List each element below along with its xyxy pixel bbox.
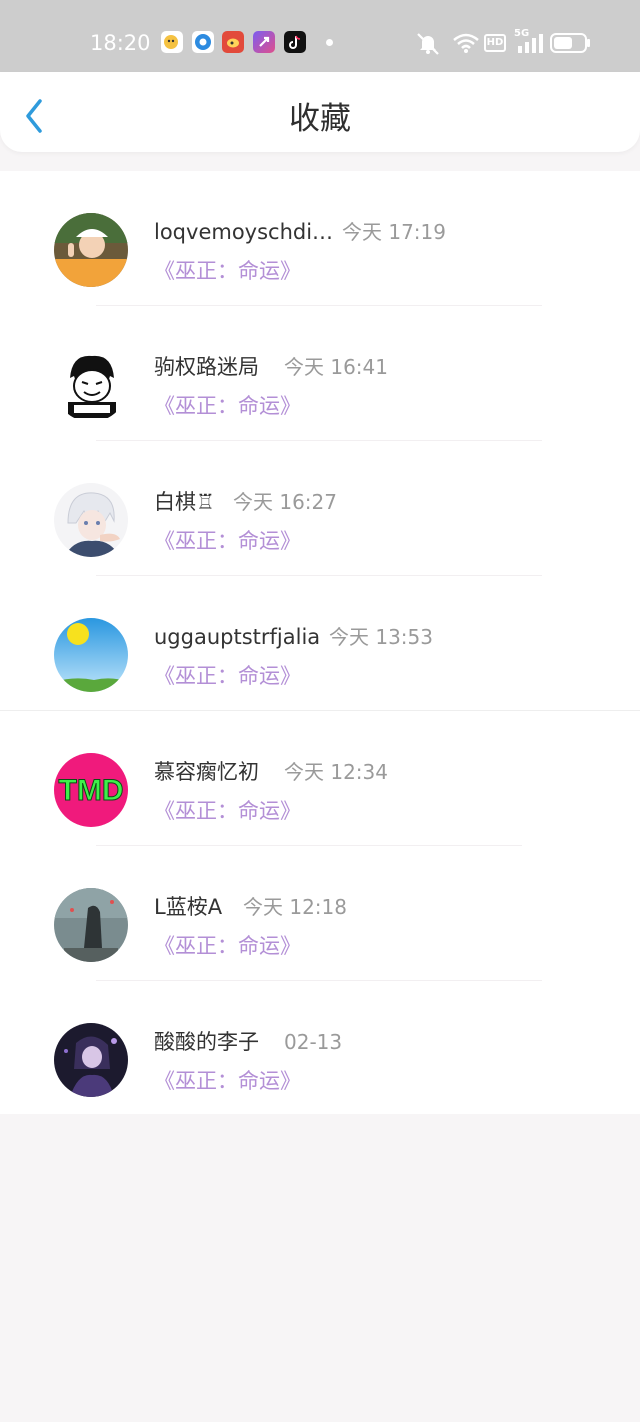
header: 收藏 bbox=[0, 72, 640, 152]
avatar[interactable] bbox=[54, 213, 128, 287]
book-title[interactable]: 《巫正：命运》 bbox=[154, 662, 301, 690]
user-name: 酸酸的李子 bbox=[154, 1030, 259, 1054]
book-title[interactable]: 《巫正：命运》 bbox=[154, 527, 301, 555]
list-item[interactable]: 白棋♖ 今天 16:27 《巫正：命运》 bbox=[0, 441, 640, 576]
list-item[interactable]: TMD 慕容瘸忆初 今天 12:34 《巫正：命运》 bbox=[0, 711, 640, 846]
tiktok-icon bbox=[284, 31, 306, 53]
book-title[interactable]: 《巫正：命运》 bbox=[154, 392, 301, 420]
timestamp: 02-13 bbox=[284, 1030, 343, 1054]
status-time: 18:20 bbox=[90, 31, 151, 55]
wechat-icon bbox=[161, 31, 183, 53]
user-name: L蓝桉A bbox=[154, 895, 223, 919]
qq-browser-icon bbox=[192, 31, 214, 53]
book-title[interactable]: 《巫正：命运》 bbox=[154, 797, 301, 825]
avatar[interactable] bbox=[54, 1023, 128, 1097]
weibo-icon bbox=[222, 31, 244, 53]
book-title[interactable]: 《巫正：命运》 bbox=[154, 932, 301, 960]
avatar[interactable] bbox=[54, 483, 128, 557]
avatar[interactable]: TMD bbox=[54, 753, 128, 827]
timestamp: 今天 17:19 bbox=[342, 220, 446, 244]
signal-icon bbox=[518, 34, 543, 53]
shortcut-app-icon bbox=[253, 31, 275, 53]
book-title[interactable]: 《巫正：命运》 bbox=[154, 257, 301, 285]
user-name: loqvemoyschdi… bbox=[154, 220, 334, 244]
list-item[interactable]: 酸酸的李子 02-13 《巫正：命运》 bbox=[0, 981, 640, 1116]
timestamp: 今天 16:41 bbox=[284, 355, 388, 379]
status-bar: 18:20 HD 5G bbox=[0, 0, 640, 72]
svg-text:TMD: TMD bbox=[59, 774, 124, 807]
book-title[interactable]: 《巫正：命运》 bbox=[154, 1067, 301, 1095]
user-name: uggauptstrfjalia bbox=[154, 625, 321, 649]
hd-icon: HD bbox=[484, 34, 506, 52]
list-item[interactable]: L蓝桉A 今天 12:18 《巫正：命运》 bbox=[0, 846, 640, 981]
list-item[interactable]: loqvemoyschdi… 今天 17:19 《巫正：命运》 bbox=[0, 171, 640, 306]
favorites-list: loqvemoyschdi… 今天 17:19 《巫正：命运》 驹权路迷局 今天… bbox=[0, 171, 640, 1114]
timestamp: 今天 12:18 bbox=[243, 895, 347, 919]
timestamp: 今天 16:27 bbox=[233, 490, 337, 514]
avatar[interactable] bbox=[54, 888, 128, 962]
timestamp: 今天 13:53 bbox=[329, 625, 433, 649]
page-title: 收藏 bbox=[289, 101, 351, 137]
list-item[interactable]: 驹权路迷局 今天 16:41 《巫正：命运》 bbox=[0, 306, 640, 441]
timestamp: 今天 12:34 bbox=[284, 760, 388, 784]
notification-dot bbox=[326, 39, 333, 46]
avatar[interactable] bbox=[54, 348, 128, 422]
list-item[interactable]: uggauptstrfjalia 今天 13:53 《巫正：命运》 bbox=[0, 576, 640, 711]
wifi-icon bbox=[453, 33, 479, 53]
battery-icon bbox=[550, 33, 590, 53]
avatar[interactable] bbox=[54, 618, 128, 692]
user-name: 驹权路迷局 bbox=[154, 355, 259, 379]
user-name: 白棋♖ bbox=[154, 490, 215, 514]
user-name: 慕容瘸忆初 bbox=[154, 760, 259, 784]
mute-icon bbox=[417, 33, 439, 55]
